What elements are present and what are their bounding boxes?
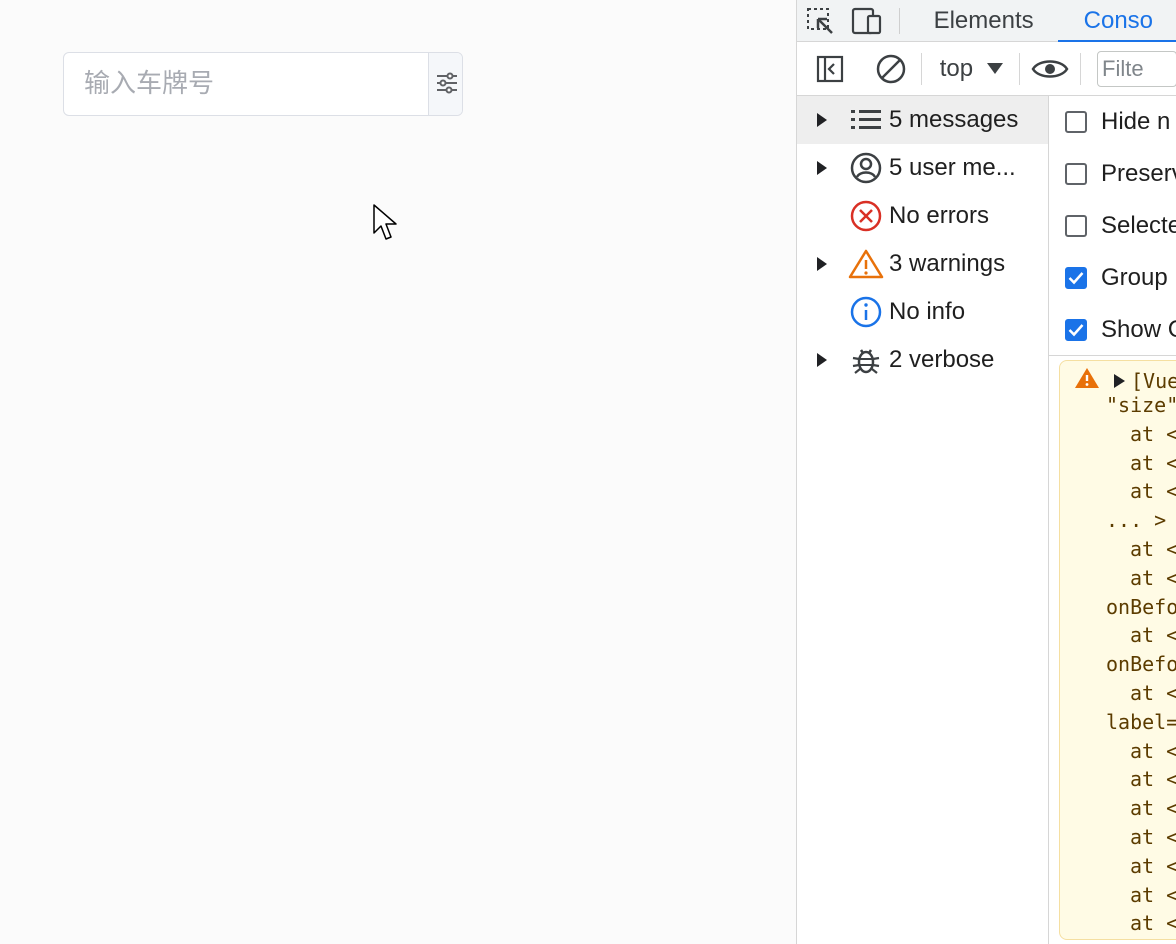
warning-icon [1074, 367, 1100, 394]
expand-arrow-icon[interactable] [1114, 373, 1125, 388]
stack-line: ... > [1106, 508, 1167, 533]
error-icon [847, 192, 885, 240]
mouse-cursor-icon [372, 203, 400, 248]
setting-label: Group [1101, 264, 1168, 291]
sidebar-item-label: 2 verbose [889, 346, 995, 373]
inspect-element-icon[interactable] [797, 0, 843, 42]
web-page [0, 0, 796, 944]
checkmark-icon [1068, 324, 1084, 337]
checkbox-checked[interactable] [1065, 267, 1087, 289]
sidebar-item-label: No errors [889, 202, 990, 229]
stack-line: at < [1130, 565, 1176, 590]
setting-label: Selecte [1101, 212, 1176, 239]
sidebar-item-warnings[interactable]: 3 warnings [797, 240, 1048, 288]
stack-line: label= [1106, 709, 1176, 734]
setting-hide-network[interactable]: Hide n [1049, 96, 1176, 148]
sidebar-item-info[interactable]: No info [797, 288, 1048, 336]
console-sidebar: 5 messages 5 user me... No errors 3 warn… [797, 96, 1049, 944]
checkbox[interactable] [1065, 215, 1087, 237]
context-selector[interactable]: top [924, 55, 1017, 83]
toolbar-separator [1080, 52, 1082, 85]
warning-stack: "size" at < at < at < ... > at < at < on… [1060, 391, 1176, 938]
setting-group-similar[interactable]: Group [1049, 252, 1176, 304]
sidebar-item-errors[interactable]: No errors [797, 192, 1048, 240]
setting-label: Show C [1101, 316, 1176, 343]
context-label: top [939, 54, 974, 82]
stack-line: at < [1130, 738, 1176, 763]
bug-icon [847, 336, 885, 384]
tab-elements[interactable]: Elements [908, 0, 1058, 42]
info-icon [847, 288, 885, 336]
stack-line: at < [1130, 536, 1176, 561]
setting-selected-context[interactable]: Selecte [1049, 200, 1176, 252]
sidebar-item-verbose[interactable]: 2 verbose [797, 336, 1048, 384]
checkmark-icon [1068, 272, 1084, 285]
console-warning-message: [Vue "size" at < at < at < ... > at < at… [1059, 360, 1176, 940]
stack-line: at < [1130, 680, 1176, 705]
expand-arrow-icon[interactable] [797, 113, 831, 127]
sidebar-item-user-messages[interactable]: 5 user me... [797, 144, 1048, 192]
plate-search-group [63, 52, 463, 116]
live-expression-eye-icon[interactable] [1022, 42, 1078, 96]
warning-text: [Vue [1131, 368, 1176, 393]
stack-line: at < [1130, 623, 1176, 648]
stack-line: at < [1130, 911, 1176, 936]
toolbar-separator [920, 52, 922, 85]
stack-line: at < [1130, 479, 1176, 504]
tab-separator [898, 7, 900, 34]
setting-label: Preserv [1101, 160, 1176, 187]
expand-arrow-icon[interactable] [797, 161, 831, 175]
sidebar-item-label: 3 warnings [889, 250, 1006, 277]
toggle-sidebar-icon[interactable] [797, 42, 863, 96]
sidebar-item-label: No info [889, 298, 966, 325]
warning-icon [847, 240, 885, 288]
stack-line: at < [1130, 824, 1176, 849]
checkbox[interactable] [1065, 111, 1087, 133]
sliders-icon [435, 72, 459, 97]
tab-console[interactable]: Conso [1057, 0, 1176, 43]
stack-line: onBefo [1106, 652, 1176, 677]
stack-line: at < [1130, 882, 1176, 907]
checkbox-checked[interactable] [1065, 319, 1087, 341]
stack-line: at < [1130, 767, 1176, 792]
console-settings: Hide n Preserv Selecte Group Show C [1049, 96, 1176, 356]
setting-label: Hide n [1101, 108, 1171, 135]
console-toolbar: top [797, 42, 1176, 96]
sidebar-item-label: 5 messages [889, 106, 1019, 133]
setting-preserve-log[interactable]: Preserv [1049, 148, 1176, 200]
sidebar-item-messages[interactable]: 5 messages [797, 96, 1048, 144]
list-icon [847, 96, 885, 144]
console-filter-input[interactable] [1097, 50, 1176, 87]
device-toolbar-icon[interactable] [843, 0, 889, 42]
stack-line: at < [1130, 421, 1176, 446]
plate-number-input[interactable] [64, 53, 428, 115]
user-icon [847, 144, 885, 192]
checkbox[interactable] [1065, 163, 1087, 185]
stack-line: at < [1130, 796, 1176, 821]
stack-line: "size" [1106, 393, 1176, 417]
stack-line: onBefo [1106, 594, 1176, 619]
dropdown-arrow-icon [987, 63, 1004, 74]
clear-console-icon[interactable] [863, 42, 919, 96]
expand-arrow-icon[interactable] [797, 257, 831, 271]
filter-button[interactable] [428, 53, 462, 115]
devtools-tab-bar: Elements Conso [797, 0, 1176, 43]
setting-show-cors[interactable]: Show C [1049, 304, 1176, 356]
stack-line: at < [1130, 450, 1176, 475]
warning-message-header[interactable]: [Vue [1074, 367, 1176, 394]
sidebar-item-label: 5 user me... [889, 154, 1016, 181]
expand-arrow-icon[interactable] [797, 353, 831, 367]
devtools-panel: Elements Conso top Filte 5 messages 5 us… [796, 0, 1176, 944]
stack-line: at < [1130, 853, 1176, 878]
toolbar-separator [1019, 52, 1021, 85]
